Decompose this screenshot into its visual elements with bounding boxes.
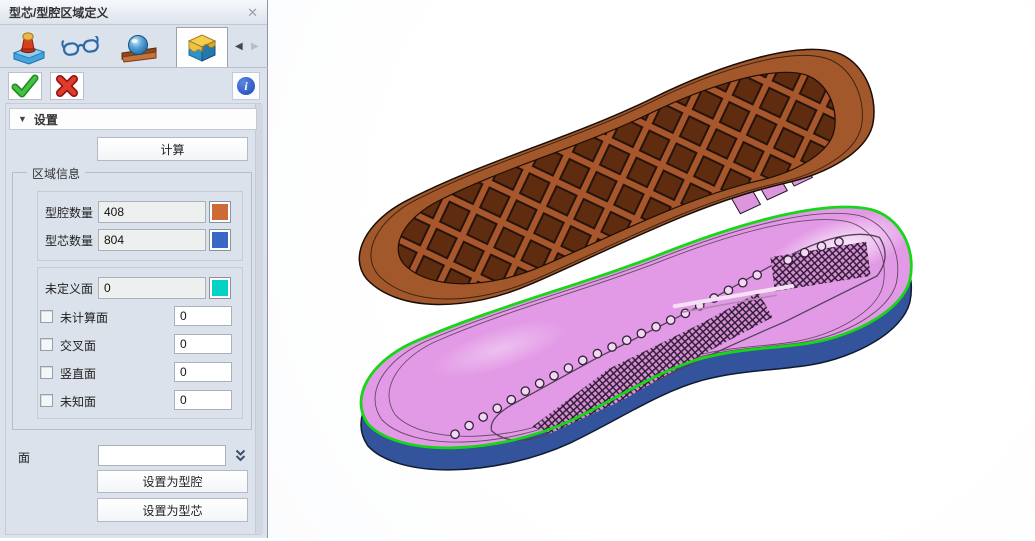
shoe-sole-mold-scene xyxy=(268,0,1035,538)
info-icon: i xyxy=(237,77,255,95)
vertical-faces-value[interactable] xyxy=(174,362,232,382)
core-cavity-box-icon xyxy=(185,32,219,64)
face-expand-button[interactable] xyxy=(231,445,249,466)
core-color-swatch[interactable] xyxy=(209,229,231,251)
glasses-icon xyxy=(61,36,101,60)
set-as-cavity-button[interactable]: 设置为型腔 xyxy=(97,470,248,493)
undefined-faces-input[interactable] xyxy=(98,277,206,299)
crossing-faces-label: 交叉面 xyxy=(60,337,96,354)
cavity-count-input[interactable] xyxy=(98,201,206,223)
core-cavity-dialog: 型芯/型腔区域定义 ✕ xyxy=(0,0,268,538)
crossing-faces-checkbox[interactable] xyxy=(40,338,53,351)
tab-sphere-overmold-tool[interactable] xyxy=(116,30,162,66)
undefined-color-swatch[interactable] xyxy=(209,277,231,299)
x-icon xyxy=(52,73,82,99)
vertical-faces-checkbox[interactable] xyxy=(40,366,53,379)
3d-viewport[interactable] xyxy=(268,0,1035,538)
ok-button[interactable] xyxy=(8,72,42,100)
section-header-label: 设置 xyxy=(34,111,58,128)
chevron-double-down-icon xyxy=(234,448,247,463)
cancel-button[interactable] xyxy=(50,72,84,100)
section-header-settings[interactable]: ▼ 设置 xyxy=(9,108,257,130)
unknown-faces-label: 未知面 xyxy=(60,393,96,410)
cavity-color-swatch[interactable] xyxy=(209,201,231,223)
close-icon[interactable]: ✕ xyxy=(247,6,258,19)
collapse-arrow-icon: ▼ xyxy=(18,114,27,124)
set-as-core-button[interactable]: 设置为型芯 xyxy=(97,498,248,522)
region-info-groupbox: 区域信息 型腔数量 型芯数量 未定义面 未计算面 交叉面 竖直面 未知面 xyxy=(12,172,252,430)
uncalculated-faces-value[interactable] xyxy=(174,306,232,326)
tab-stamp-tool[interactable] xyxy=(6,30,52,66)
region-info-label: 区域信息 xyxy=(27,165,85,182)
tab-core-cavity-box-tool[interactable] xyxy=(176,27,228,68)
uncalculated-faces-checkbox[interactable] xyxy=(40,310,53,323)
dialog-title: 型芯/型腔区域定义 xyxy=(9,4,108,21)
check-icon xyxy=(10,73,40,99)
face-label: 面 xyxy=(18,449,30,466)
undefined-faces-label: 未定义面 xyxy=(45,280,93,297)
tabs-scroll-left-icon[interactable]: ◀ xyxy=(235,42,243,52)
info-button[interactable]: i xyxy=(232,72,260,100)
core-count-label: 型芯数量 xyxy=(45,232,93,249)
core-count-input[interactable] xyxy=(98,229,206,251)
toolbar-divider xyxy=(0,67,268,68)
calculate-button[interactable]: 计算 xyxy=(97,137,248,161)
vertical-faces-label: 竖直面 xyxy=(60,365,96,382)
uncalculated-faces-label: 未计算面 xyxy=(60,309,108,326)
tabs-scroll-right-icon[interactable]: ▶ xyxy=(251,42,259,52)
crossing-faces-value[interactable] xyxy=(174,334,232,354)
sphere-on-mat-icon xyxy=(121,33,157,63)
panel-scroll-strip[interactable] xyxy=(255,104,263,534)
dialog-titlebar: 型芯/型腔区域定义 ✕ xyxy=(0,0,267,25)
stamp-icon xyxy=(11,31,47,65)
tab-glasses-tool[interactable] xyxy=(58,30,104,66)
face-input[interactable] xyxy=(98,445,226,466)
unknown-faces-value[interactable] xyxy=(174,390,232,410)
cavity-count-label: 型腔数量 xyxy=(45,204,93,221)
unknown-faces-checkbox[interactable] xyxy=(40,394,53,407)
